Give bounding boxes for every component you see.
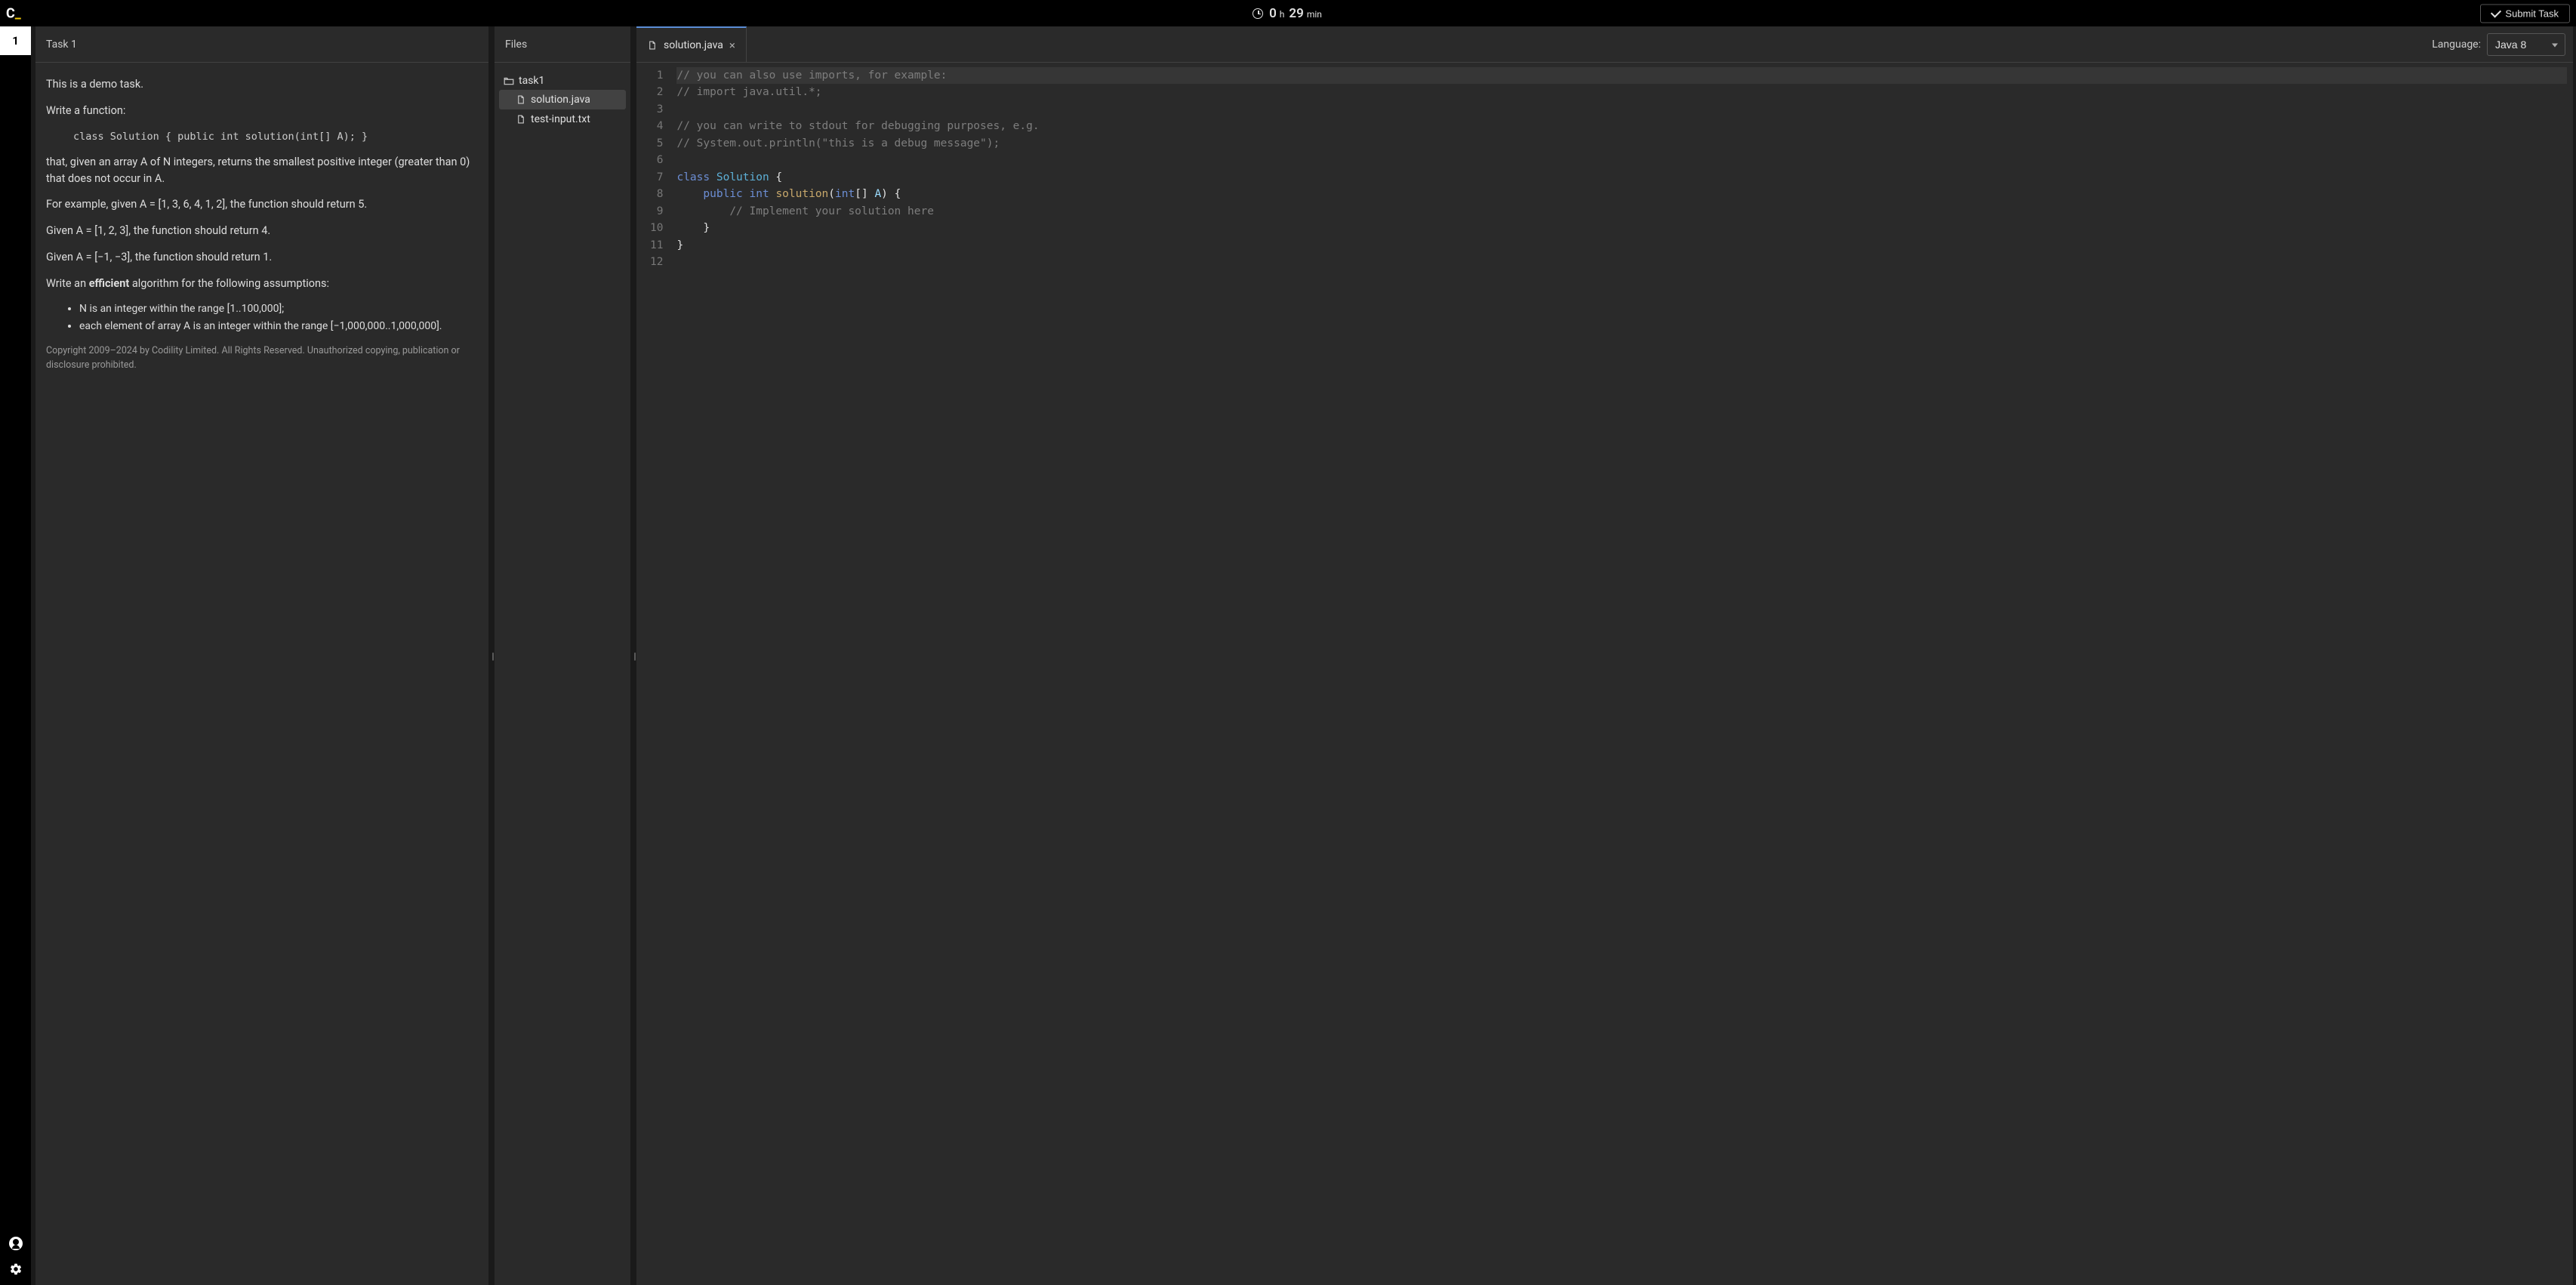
timer-hours: 0 [1269, 6, 1277, 21]
timer-minutes: 29 [1289, 6, 1303, 21]
task-desc: that, given an array A of N integers, re… [46, 154, 478, 187]
file-name: solution.java [531, 94, 590, 106]
file-icon [516, 115, 526, 124]
file-item-test-input[interactable]: test-input.txt [499, 109, 626, 129]
tab-filename: solution.java [664, 39, 723, 51]
file-icon [516, 95, 526, 104]
folder-item[interactable]: task1 [499, 72, 626, 90]
left-sidebar: 1 [0, 26, 31, 1285]
task-write-fn: Write a function: [46, 103, 478, 119]
folder-name: task1 [519, 75, 544, 87]
code-content[interactable]: // you can also use imports, for example… [670, 63, 2573, 1285]
task-description: This is a demo task. Write a function: c… [35, 63, 488, 1285]
language-select[interactable]: Java 8 [2487, 33, 2565, 56]
task-panel: Task 1 This is a demo task. Write a func… [35, 26, 488, 1285]
task-number-tab[interactable]: 1 [0, 26, 31, 55]
close-tab-icon[interactable]: × [729, 39, 735, 52]
example-3: Given A = [−1, −3], the function should … [46, 249, 478, 266]
editor-tab[interactable]: solution.java × [636, 26, 747, 62]
files-panel: Files task1 solution.java test-input.txt… [495, 26, 630, 1285]
function-signature: class Solution { public int solution(int… [46, 129, 478, 144]
file-item-solution[interactable]: solution.java [499, 90, 626, 109]
editor-panel: solution.java × Language: Java 8 1234567… [636, 26, 2573, 1285]
editor-header: solution.java × Language: Java 8 [636, 26, 2573, 63]
language-selector-area: Language: Java 8 [2432, 33, 2573, 56]
app-header: C_ 0h 29min Submit Task [0, 0, 2576, 26]
resize-handle[interactable]: || [491, 651, 493, 661]
timer: 0h 29min [1253, 6, 1323, 21]
file-name: test-input.txt [531, 113, 590, 125]
example-2: Given A = [1, 2, 3], the function should… [46, 223, 478, 239]
logo: C_ [6, 5, 21, 21]
assumptions-line: Write an efficient algorithm for the fol… [46, 276, 478, 292]
clock-icon [1253, 8, 1263, 19]
files-panel-header: Files [495, 26, 630, 63]
accessibility-icon[interactable] [9, 1237, 23, 1250]
language-label: Language: [2432, 39, 2481, 51]
file-icon [647, 41, 658, 50]
assumptions-list: N is an integer within the range [1..100… [46, 301, 478, 334]
check-icon [2491, 7, 2501, 17]
folder-icon [504, 76, 514, 85]
resize-handle[interactable]: || [633, 651, 635, 661]
submit-task-button[interactable]: Submit Task [2480, 4, 2570, 23]
assumption-item: N is an integer within the range [1..100… [79, 301, 478, 317]
task-panel-header: Task 1 [35, 26, 488, 63]
task-intro: This is a demo task. [46, 76, 478, 93]
assumption-item: each element of array A is an integer wi… [79, 319, 478, 334]
example-1: For example, given A = [1, 3, 6, 4, 1, 2… [46, 196, 478, 213]
settings-icon[interactable] [9, 1262, 23, 1276]
file-tree: task1 solution.java test-input.txt [495, 63, 630, 138]
line-gutter: 123456789101112 [636, 63, 670, 1285]
copyright: Copyright 2009–2024 by Codility Limited.… [46, 344, 478, 373]
code-editor[interactable]: 123456789101112 // you can also use impo… [636, 63, 2573, 1285]
main-body: 1 Task 1 This is a demo task. Write a fu… [0, 26, 2576, 1285]
submit-label: Submit Task [2505, 8, 2559, 19]
